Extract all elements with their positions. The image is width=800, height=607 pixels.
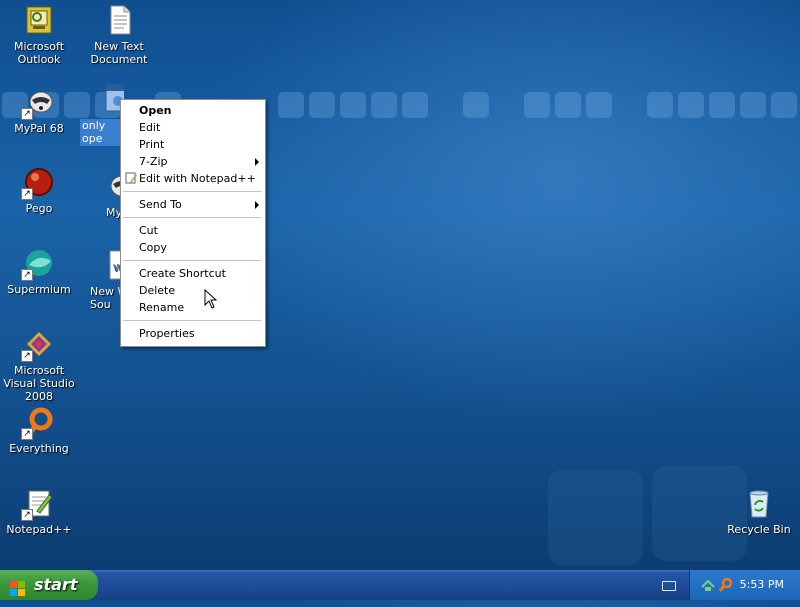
- keyboard-icon[interactable]: [662, 581, 676, 591]
- desktop-icon-everything[interactable]: ↗ Everything: [0, 406, 78, 455]
- menu-item-delete[interactable]: Delete: [121, 282, 265, 299]
- notepadpp-icon: [125, 172, 137, 189]
- menu-item-label: Delete: [139, 284, 176, 297]
- menu-item-edit[interactable]: Edit: [121, 119, 265, 136]
- icon-label: Microsoft Outlook: [13, 40, 65, 66]
- icon-label: New W Sou: [90, 285, 124, 311]
- desktop-icon-outlook[interactable]: Microsoft Outlook: [0, 4, 78, 66]
- submenu-arrow-icon: [255, 158, 259, 166]
- desktop-icon-my[interactable]: My: [80, 170, 124, 219]
- menu-separator: [123, 320, 261, 321]
- menu-item-label: Print: [139, 138, 165, 151]
- menu-item-edit-with-notepadpp[interactable]: Edit with Notepad++: [121, 170, 265, 187]
- menu-item-rename[interactable]: Rename: [121, 299, 265, 316]
- menu-item-open[interactable]: Open: [121, 102, 265, 119]
- everything-search-icon: ↗: [21, 406, 55, 440]
- menu-item-label: Create Shortcut: [139, 267, 226, 280]
- shortcut-arrow-icon: ↗: [21, 428, 33, 440]
- menu-separator: [123, 191, 261, 192]
- icon-label: Pego: [25, 202, 53, 215]
- menu-item-label: Cut: [139, 224, 158, 237]
- menu-item-properties[interactable]: Properties: [121, 325, 265, 342]
- menu-item-label: Send To: [139, 198, 182, 211]
- icon-label: MyPal 68: [14, 122, 64, 135]
- desktop-icon-pego[interactable]: ↗ Pego: [0, 166, 78, 215]
- icon-label: Everything: [9, 442, 69, 455]
- desktop-icon-new-text-document[interactable]: New Text Document: [80, 4, 158, 66]
- recycle-bin-icon: [743, 487, 775, 519]
- menu-item-7zip[interactable]: 7-Zip: [121, 153, 265, 170]
- submenu-arrow-icon: [255, 201, 259, 209]
- notepadpp-icon: ↗: [21, 487, 55, 521]
- shortcut-arrow-icon: ↗: [21, 509, 33, 521]
- text-document-icon: [103, 4, 135, 36]
- menu-separator: [123, 217, 261, 218]
- menu-item-label: Edit: [139, 121, 161, 134]
- start-button[interactable]: start: [0, 570, 98, 600]
- taskbar: start 5:53 PM: [0, 570, 800, 600]
- search-icon[interactable]: [718, 577, 734, 596]
- menu-item-cut[interactable]: Cut: [121, 222, 265, 239]
- shortcut-arrow-icon: ↗: [21, 108, 33, 120]
- icon-label: Microsoft Visual Studio 2008: [3, 364, 75, 403]
- menu-separator: [123, 260, 261, 261]
- menu-item-label: Open: [139, 104, 172, 117]
- wallpaper-square: [548, 470, 643, 565]
- windows-flag-icon: [10, 577, 26, 596]
- clock[interactable]: 5:53 PM: [740, 578, 784, 591]
- desktop-icon-visual-studio[interactable]: ↗ Microsoft Visual Studio 2008: [0, 328, 78, 403]
- icon-label: Notepad++: [6, 523, 72, 536]
- desktop-icon-recycle-bin[interactable]: Recycle Bin: [720, 487, 798, 536]
- menu-item-create-shortcut[interactable]: Create Shortcut: [121, 265, 265, 282]
- menu-item-copy[interactable]: Copy: [121, 239, 265, 256]
- supermium-icon: ↗: [21, 247, 55, 281]
- menu-item-label: Edit with Notepad++: [139, 172, 256, 185]
- mouse-cursor-icon: [204, 288, 218, 312]
- menu-item-send-to[interactable]: Send To: [121, 196, 265, 213]
- icon-label: New Text Document: [90, 40, 148, 66]
- raccoon-icon: ↗: [21, 86, 55, 120]
- red-sphere-icon: ↗: [21, 166, 55, 200]
- menu-item-label: Properties: [139, 327, 195, 340]
- outlook-icon: [23, 4, 55, 36]
- menu-item-label: Rename: [139, 301, 185, 314]
- menu-item-print[interactable]: Print: [121, 136, 265, 153]
- menu-item-label: Copy: [139, 241, 167, 254]
- icon-label: My: [106, 206, 123, 219]
- start-label: start: [34, 575, 78, 594]
- desktop-icon-supermium[interactable]: ↗ Supermium: [0, 247, 78, 296]
- menu-item-label: 7-Zip: [139, 155, 168, 168]
- desktop-icon-new-word-document[interactable]: W New W Sou: [80, 249, 124, 311]
- desktop-icon-mypal[interactable]: ↗ MyPal 68: [0, 86, 78, 135]
- shortcut-arrow-icon: ↗: [21, 350, 33, 362]
- desktop-icon-notepadpp[interactable]: ↗ Notepad++: [0, 487, 78, 536]
- network-icon[interactable]: [700, 577, 716, 596]
- shortcut-arrow-icon: ↗: [21, 188, 33, 200]
- context-menu: Open Edit Print 7-Zip Edit with Notepad+…: [120, 99, 266, 347]
- visual-studio-icon: ↗: [21, 328, 55, 362]
- shortcut-arrow-icon: ↗: [21, 269, 33, 281]
- system-tray: 5:53 PM: [689, 570, 800, 600]
- desktop-icon-selected-file[interactable]: [80, 82, 124, 118]
- icon-label: Supermium: [7, 283, 71, 296]
- icon-label: Recycle Bin: [727, 523, 791, 536]
